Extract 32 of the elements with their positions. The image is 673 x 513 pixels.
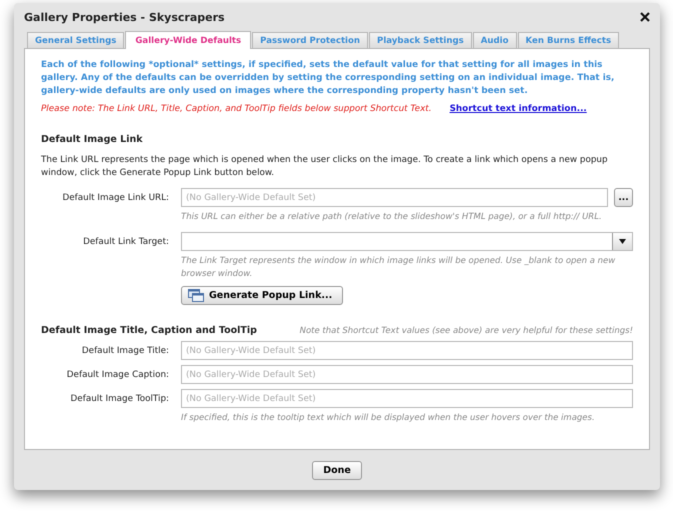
section-note: Note that Shortcut Text values (see above) are very helpful for these settings! xyxy=(300,326,633,336)
section-description: The Link URL represents the page which is opened when the user clicks on the image. To create a link which opens a new popup window, click the Generate Popup Link button below. xyxy=(41,154,609,180)
note-text: Please note: The Link URL, Title, Caption, and ToolTip fields below support Shortcut Text. xyxy=(41,104,432,114)
field-label: Default Image Caption: xyxy=(66,370,170,380)
shortcut-info-link[interactable]: Shortcut text information... xyxy=(450,104,587,114)
section-heading: Default Image Title, Caption and ToolTip xyxy=(41,325,257,336)
done-button[interactable]: Done xyxy=(312,460,362,480)
browse-button[interactable]: ... xyxy=(614,188,633,207)
tab[interactable]: Password Protection xyxy=(252,32,368,48)
tab[interactable]: Playback Settings xyxy=(369,32,472,48)
text-field[interactable]: (No Gallery-Wide Default Set) xyxy=(181,341,633,360)
field-hint: The Link Target represents the window in which image links will be opened. Use _blank to open a new browser window. xyxy=(181,255,616,281)
text-field[interactable]: (No Gallery-Wide Default Set) xyxy=(181,365,633,384)
windows-icon xyxy=(188,289,204,302)
tab[interactable]: Gallery-Wide Defaults xyxy=(125,31,252,49)
field-label: Default Image Link URL: xyxy=(61,192,170,202)
field-label: Default Image ToolTip: xyxy=(70,394,170,404)
window-title: Gallery Properties - Skyscrapers xyxy=(24,10,225,24)
field-hint: This URL can either be a relative path (relative to the slideshow's HTML page), or a full http:// URL. xyxy=(181,211,603,224)
field-label: Default Image Title: xyxy=(80,346,170,356)
close-icon[interactable] xyxy=(640,12,650,22)
generate-popup-button[interactable]: Generate Popup Link... xyxy=(181,286,344,305)
field-hint: If specified, this is the tooltip text which will be displayed when the user hovers over the images. xyxy=(181,412,596,425)
intro-text: Each of the following *optional* settings, if specified, sets the default value for that setting for all images in this gallery. Any of the defaults can be overridden by setting the corresponding setting on an individual image. That is, gallery-wide defaults are only used on images where the corresponding property hasn't been set. xyxy=(41,59,616,98)
tab[interactable]: Audio xyxy=(472,32,517,48)
field-label: Default Link Target: xyxy=(82,236,170,246)
dropdown-caret-icon xyxy=(619,239,626,244)
text-field[interactable]: (No Gallery-Wide Default Set) xyxy=(181,389,633,408)
tab[interactable]: Ken Burns Effects xyxy=(518,32,620,48)
tab[interactable]: General Settings xyxy=(27,32,124,48)
link-url-field[interactable]: (No Gallery-Wide Default Set) xyxy=(181,188,608,207)
section-heading: Default Image Link xyxy=(41,134,144,145)
